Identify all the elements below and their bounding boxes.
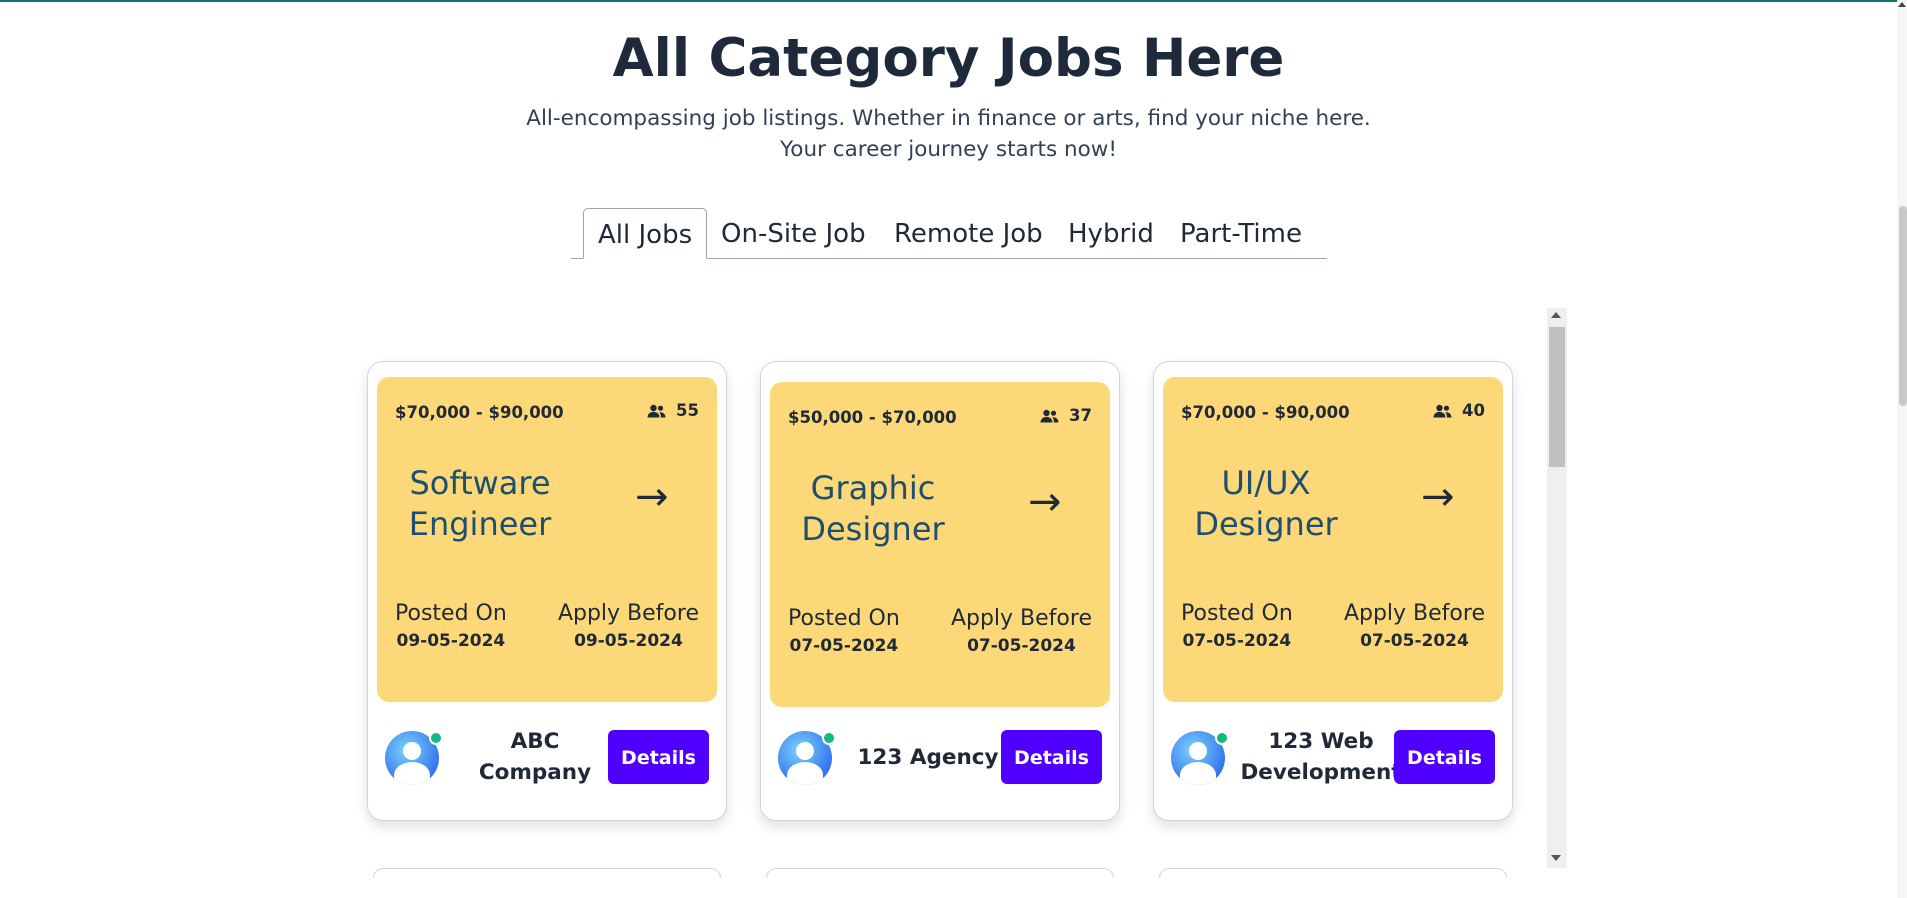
page-scrollbar[interactable] (1897, 0, 1907, 898)
apply-before: Apply Before 09-05-2024 (558, 599, 699, 653)
applicant-count: 37 (1040, 406, 1092, 425)
job-title-line-2: Designer (1194, 505, 1338, 543)
posted-on: Posted On 07-05-2024 (1181, 599, 1293, 653)
job-title-line-2: Engineer (408, 505, 552, 543)
people-icon (1040, 409, 1059, 423)
job-card-summary[interactable]: $70,000 - $90,000 55 Software Engineer →… (377, 377, 717, 702)
details-button[interactable]: Details (608, 730, 709, 784)
posted-on: Posted On 09-05-2024 (395, 599, 507, 653)
company-name-line-2: Development (1240, 760, 1402, 785)
job-title-line-2: Designer (801, 510, 945, 548)
applicant-count-value: 40 (1462, 401, 1485, 420)
applicant-count-value: 55 (676, 401, 699, 420)
company-name-line-1: 123 Agency (857, 744, 999, 770)
people-icon (647, 404, 666, 418)
online-status-dot (822, 731, 836, 745)
job-card: $50,000 - $70,000 37 Graphic Designer → … (760, 361, 1120, 821)
job-list-scrollbar-thumb[interactable] (1549, 327, 1565, 467)
tab-all-jobs[interactable]: All Jobs (583, 208, 708, 259)
apply-before: Apply Before 07-05-2024 (951, 604, 1092, 658)
tab-hybrid[interactable]: Hybrid (1068, 208, 1154, 258)
apply-before: Apply Before 07-05-2024 (1344, 599, 1485, 653)
online-status-dot (1215, 731, 1229, 745)
page-subtitle: All-encompassing job listings. Whether i… (0, 103, 1897, 165)
page-title: All Category Jobs Here (612, 28, 1285, 89)
job-title: UI/UX Designer (1181, 463, 1351, 545)
company-name-line-1: 123 Web (1268, 729, 1374, 754)
company-name-line-2: Company (478, 760, 592, 785)
online-status-dot (429, 731, 443, 745)
scroll-up-arrow-icon[interactable] (1551, 312, 1561, 318)
job-card-summary[interactable]: $70,000 - $90,000 40 UI/UX Designer → Po… (1163, 377, 1503, 702)
subtitle-line-2: Your career journey starts now! (780, 137, 1117, 162)
applicant-count: 55 (647, 401, 699, 420)
details-button[interactable]: Details (1394, 730, 1495, 784)
apply-before-label: Apply Before (950, 606, 1092, 631)
salary-range: $70,000 - $90,000 (1181, 403, 1350, 422)
job-card-next-row (373, 868, 721, 878)
tab-remote-job[interactable]: Remote Job (894, 208, 1043, 258)
page-scroll-up-arrow-icon[interactable] (1898, 2, 1906, 7)
apply-before-label: Apply Before (557, 601, 699, 626)
job-title-line-1: Graphic (810, 469, 936, 507)
apply-before-date: 09-05-2024 (574, 631, 683, 651)
page-scrollbar-thumb[interactable] (1899, 206, 1907, 406)
job-title: Graphic Designer (788, 468, 958, 550)
company-name: 123 Agency (843, 727, 1013, 787)
posted-on-date: 07-05-2024 (1182, 631, 1292, 651)
subtitle-line-1: All-encompassing job listings. Whether i… (526, 106, 1371, 131)
people-icon (1433, 404, 1452, 418)
apply-before-date: 07-05-2024 (967, 636, 1076, 656)
top-accent-bar (0, 0, 1907, 2)
job-card-summary[interactable]: $50,000 - $70,000 37 Graphic Designer → … (770, 382, 1110, 707)
posted-on-label: Posted On (1181, 601, 1293, 626)
scroll-down-arrow-icon[interactable] (1551, 855, 1561, 861)
salary-range: $70,000 - $90,000 (395, 403, 564, 422)
job-card: $70,000 - $90,000 55 Software Engineer →… (367, 361, 727, 821)
applicant-count-value: 37 (1069, 406, 1092, 425)
posted-on-date: 09-05-2024 (396, 631, 506, 651)
applicant-count: 40 (1433, 401, 1485, 420)
job-card-next-row (1159, 868, 1507, 878)
tab-on-site-job[interactable]: On-Site Job (721, 208, 866, 258)
company-name: 123 Web Development (1236, 727, 1406, 787)
salary-range: $50,000 - $70,000 (788, 408, 957, 427)
job-category-tabs: All Jobs On-Site Job Remote Job Hybrid P… (571, 208, 1327, 259)
posted-on-date: 07-05-2024 (789, 636, 899, 656)
company-name: ABC Company (450, 727, 620, 787)
company-name-line-1: ABC (510, 729, 560, 754)
posted-on-label: Posted On (788, 606, 900, 631)
posted-on-label: Posted On (395, 601, 507, 626)
apply-before-label: Apply Before (1343, 601, 1485, 626)
job-title-line-1: UI/UX (1221, 464, 1311, 502)
job-card-next-row (766, 868, 1114, 878)
details-button[interactable]: Details (1001, 730, 1102, 784)
job-card: $70,000 - $90,000 40 UI/UX Designer → Po… (1153, 361, 1513, 821)
arrow-right-icon[interactable]: → (635, 477, 669, 517)
arrow-right-icon[interactable]: → (1028, 482, 1062, 522)
job-title: Software Engineer (395, 463, 565, 545)
job-title-line-1: Software (409, 464, 551, 502)
posted-on: Posted On 07-05-2024 (788, 604, 900, 658)
apply-before-date: 07-05-2024 (1360, 631, 1469, 651)
arrow-right-icon[interactable]: → (1421, 477, 1455, 517)
tab-part-time[interactable]: Part-Time (1180, 208, 1302, 258)
